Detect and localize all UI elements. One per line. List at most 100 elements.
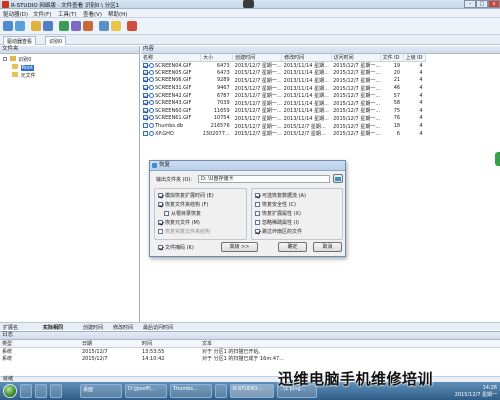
table-row[interactable]: SCREEN05.GIF 6473 2015/12/7 星期一... 2013/11/… [141, 69, 426, 77]
row-checkbox[interactable] [143, 85, 148, 91]
row-checkbox[interactable] [143, 100, 148, 106]
tab-drive-view[interactable]: 驱动器查看 [3, 36, 37, 45]
start-button[interactable] [3, 384, 17, 398]
col-size[interactable]: 大小 [200, 54, 234, 62]
maximize-button[interactable]: □ [476, 0, 488, 8]
view-icon[interactable] [99, 21, 109, 31]
menu-file[interactable]: 文件(F) [33, 10, 51, 18]
row-checkbox[interactable] [143, 107, 148, 113]
ok-button[interactable]: 确定 [278, 242, 307, 252]
save-icon[interactable] [43, 21, 53, 31]
col-file-id[interactable]: 文件 ID [380, 54, 404, 62]
tab-extension[interactable]: 扩展名 [3, 324, 18, 331]
table-row[interactable]: SCREEN43.GIF 7039 2015/12/7 星期一... 2013/11/… [141, 99, 426, 107]
checkbox[interactable] [255, 229, 260, 234]
menu-drive[interactable]: 驱动器(D) [3, 10, 28, 18]
tab-modified-time[interactable]: 修改时间 [113, 324, 133, 331]
checkbox[interactable] [158, 202, 163, 207]
table-row[interactable]: SCREEN42.GIF 6787 2015/12/7 星期一... 2013/11/… [141, 92, 426, 100]
checkbox[interactable] [255, 202, 260, 207]
log-col-text[interactable]: 文本 [200, 340, 500, 348]
col-parent-id[interactable]: 上级 ID [403, 54, 427, 62]
tree-node-recognized0[interactable]: 识别0 [3, 56, 31, 63]
opt-metafiles[interactable]: 恢复元文件 (M) [158, 219, 200, 226]
opt-folder-structure[interactable]: 恢复文件夹结构 (F) [158, 201, 208, 208]
log-col-time[interactable]: 时间 [140, 340, 200, 348]
row-checkbox[interactable] [143, 92, 148, 98]
checkbox[interactable] [158, 193, 163, 198]
opt-security[interactable]: 恢复安全性 (C) [255, 201, 296, 208]
col-created[interactable]: 创建时间 [232, 54, 283, 62]
checkbox[interactable] [255, 193, 260, 198]
opt-skip-bad-sectors[interactable]: 跳过坏扇区的文件 [255, 228, 302, 235]
row-checkbox[interactable] [143, 123, 148, 129]
taskbar-item-rstudio[interactable]: R-STUDIO... [230, 384, 274, 398]
checkbox[interactable] [255, 211, 260, 216]
stop-icon[interactable] [127, 21, 137, 31]
checkbox[interactable] [158, 245, 163, 250]
opt-real-folder-structure[interactable]: 恢复实数文件夹结构 [158, 228, 210, 235]
menu-tools[interactable]: 工具(T) [58, 10, 77, 18]
cancel-button[interactable]: 取消 [313, 242, 342, 252]
taskbar-item-thumbs[interactable]: Thumbs... [170, 384, 212, 398]
expand-icon[interactable] [3, 57, 7, 61]
checkbox[interactable] [158, 229, 163, 234]
log-row[interactable]: 系统 2015/12/7 14:10:42 对于 分区1 的扫描已成于 16m:47.… [0, 355, 500, 363]
advanced-button[interactable]: 高级 >> [221, 242, 258, 252]
col-name[interactable]: 名称 [141, 54, 202, 62]
table-row[interactable]: XP.GHO 1302077... 2015/12/7 星期一... 2015/12/… [141, 130, 426, 138]
table-row[interactable]: SCREEN31.GIF 9467 2015/12/7 星期一... 2013/11/… [141, 84, 426, 92]
row-checkbox[interactable] [143, 77, 148, 83]
side-handle[interactable] [495, 152, 500, 166]
row-checkbox[interactable] [143, 69, 148, 75]
taskbar-item-folder[interactable]: D:\Jpsoft\... [125, 384, 167, 398]
clock[interactable]: 14:26 2015/12/7 星期一 [455, 385, 497, 398]
table-row[interactable]: SCREEN06.GIF 9289 2015/12/7 星期一... 2013/11/… [141, 77, 426, 85]
menu-help[interactable]: 帮助(H) [108, 10, 127, 18]
log-row[interactable]: 系统 2015/12/7 13:53:55 对于 分区1 的扫描已开始。 [0, 348, 500, 356]
taskbar-item-app[interactable] [215, 384, 227, 398]
menu-view[interactable]: 查看(V) [83, 10, 102, 18]
checkbox[interactable] [255, 220, 260, 225]
tab-created-time[interactable]: 创建时间 [83, 324, 103, 331]
row-checkbox[interactable] [143, 115, 148, 121]
tab-recognized0[interactable]: 识别0 [45, 36, 67, 45]
col-accessed[interactable]: 访问时间 [331, 54, 381, 62]
tree-node-root[interactable]: Root [12, 64, 34, 71]
opt-simulate-ext-time[interactable]: 模拟恢复扩展时间 (E) [158, 192, 214, 199]
opt-alt-data-streams[interactable]: 可选恢复数据流 (A) [255, 192, 306, 199]
recover-icon[interactable] [83, 21, 93, 31]
log-col-date[interactable]: 日期 [80, 340, 140, 348]
tab-last-access-time[interactable]: 最后访问时间 [143, 324, 173, 331]
opt-file-mask[interactable]: 文件掩码 (K) [158, 244, 194, 251]
opt-from-root[interactable]: 从根目录恢复 [164, 210, 201, 217]
row-checkbox[interactable] [143, 62, 148, 68]
output-folder-input[interactable]: D: \U盘存储卡 [198, 175, 330, 183]
filter-icon[interactable] [111, 21, 121, 31]
opt-extended-attrs[interactable]: 恢复扩展属性 (X) [255, 210, 301, 217]
row-checkbox[interactable] [143, 130, 148, 136]
taskbar-item-desktop[interactable]: 桌面 [80, 384, 122, 398]
tree-node-metafiles[interactable]: 元文件 [12, 72, 36, 79]
back-icon[interactable] [3, 21, 13, 31]
search-icon[interactable] [71, 21, 81, 31]
tab-actual-same[interactable]: 实际相同 [43, 324, 63, 331]
table-row[interactable]: Thumbs.db 216576 2015/12/7 星期一... 2015/12/7… [141, 122, 426, 130]
table-row[interactable]: SCREEN04.GIF 6473 2015/12/7 星期一... 2013/11/… [141, 62, 426, 70]
app-icon-2[interactable] [50, 384, 62, 398]
media-icon[interactable] [35, 384, 47, 398]
checkbox[interactable] [164, 211, 169, 216]
opt-ignore-sparse[interactable]: 忽略稀疏属性 (I) [255, 219, 299, 226]
browse-folder-button[interactable] [333, 174, 343, 183]
open-folder-icon[interactable] [31, 21, 41, 31]
table-row[interactable]: SCREEN61.GIF 10754 2015/12/7 星期一... 2013/11… [141, 115, 426, 123]
checkbox[interactable] [158, 220, 163, 225]
refresh-icon[interactable] [15, 21, 25, 31]
close-button[interactable]: x [488, 0, 500, 8]
ie-icon[interactable] [20, 384, 32, 398]
col-modified[interactable]: 修改时间 [281, 54, 332, 62]
log-col-type[interactable]: 类型 [0, 340, 80, 348]
table-row[interactable]: SCREEN60.GIF 11659 2015/12/7 星期一... 2013/11… [141, 107, 426, 115]
minimize-button[interactable]: – [464, 0, 476, 8]
scan-icon[interactable] [59, 21, 69, 31]
